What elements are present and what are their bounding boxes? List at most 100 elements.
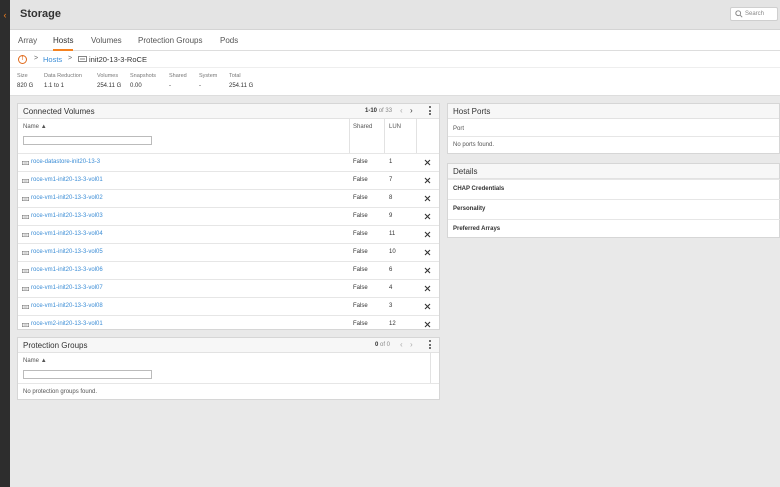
lun-value: 4 [389,285,393,291]
tab-volumes[interactable]: Volumes [91,36,122,51]
tab-pods[interactable]: Pods [220,36,238,51]
content-area: Connected Volumes 1-10 of 33 ‹ › Name ▲ … [10,96,780,487]
table-row[interactable]: roce-vm1-init20-13-3-vol02 False 8 [18,189,439,207]
disconnect-icon[interactable] [423,248,432,257]
detail-label: CHAP Credentials [453,186,505,192]
next-page-icon[interactable]: › [410,340,413,349]
tab-protection-groups[interactable]: Protection Groups [138,36,202,51]
volume-icon [22,215,29,219]
disconnect-icon[interactable] [423,176,432,185]
volume-name-link[interactable]: roce-vm1-init20-13-3-vol07 [31,285,103,291]
pager-total: of 0 [380,342,391,348]
stat-value: 820 G [17,83,34,89]
shared-value: False [353,267,368,273]
stat-label: Total [229,73,241,79]
column-divider [430,353,431,383]
detail-preferred-arrays[interactable]: Preferred Arrays [448,219,780,238]
lun-value: 9 [389,213,393,219]
table-row[interactable]: roce-vm1-init20-13-3-vol06 False 6 [18,261,439,279]
panel-title: Host Ports [453,107,491,116]
column-header-shared[interactable]: Shared [353,124,372,130]
volume-name-link[interactable]: roce-vm1-init20-13-3-vol05 [31,249,103,255]
detail-chap-credentials[interactable]: CHAP Credentials [448,179,780,198]
pager-range: 1-10 [365,108,378,114]
volume-name-link[interactable]: roce-datastore-init20-13-3 [31,159,100,165]
column-header-name[interactable]: Name ▲ [23,124,47,130]
column-divider [384,119,385,153]
stat-value: - [199,83,201,89]
stat-label: System [199,73,218,79]
name-filter-input[interactable] [23,370,152,379]
table-row[interactable]: roce-vm2-init20-13-3-vol01 False 12 [18,315,439,333]
search-box[interactable]: Search [730,7,778,21]
left-nav-bar: ‹ [0,0,10,487]
stat-label: Data Reduction [44,73,82,79]
detail-personality[interactable]: Personality [448,199,780,218]
disconnect-icon[interactable] [423,158,432,167]
volume-name-link[interactable]: roce-vm1-init20-13-3-vol06 [31,267,103,273]
column-header-port[interactable]: Port [453,126,464,132]
volume-name-link[interactable]: roce-vm1-init20-13-3-vol01 [31,177,103,183]
table-row[interactable]: roce-datastore-init20-13-3 False 1 [18,153,439,171]
volume-name-link[interactable]: roce-vm1-init20-13-3-vol04 [31,231,103,237]
panel-title: Protection Groups [23,341,88,350]
disconnect-icon[interactable] [423,230,432,239]
stat-value: 0.00 [130,83,142,89]
tab-hosts[interactable]: Hosts [53,36,74,51]
prev-page-icon[interactable]: ‹ [400,106,403,115]
lun-value: 12 [389,321,396,327]
disconnect-icon[interactable] [423,194,432,203]
stat-label: Snapshots [130,73,156,79]
prev-page-icon[interactable]: ‹ [400,340,403,349]
disconnect-icon[interactable] [423,266,432,275]
disconnect-icon[interactable] [423,212,432,221]
table-row[interactable]: roce-vm1-init20-13-3-vol04 False 11 [18,225,439,243]
table-row[interactable]: roce-vm1-init20-13-3-vol01 False 7 [18,171,439,189]
lun-value: 10 [389,249,396,255]
column-header-name[interactable]: Name ▲ [23,358,47,364]
name-filter-input[interactable] [23,136,152,145]
panel-header: Host Ports [448,104,779,119]
shared-value: False [353,231,368,237]
lun-value: 1 [389,159,393,165]
column-header-lun[interactable]: LUN [389,124,401,130]
volume-icon [22,323,29,327]
stat-value: - [169,83,171,89]
volume-name-link[interactable]: roce-vm1-init20-13-3-vol02 [31,195,103,201]
volume-icon [22,269,29,273]
disconnect-icon[interactable] [423,320,432,329]
panel-header: Details [448,164,779,179]
shared-value: False [353,249,368,255]
volume-icon [22,233,29,237]
volume-name-link[interactable]: roce-vm2-init20-13-3-vol01 [31,321,103,327]
shared-value: False [353,159,368,165]
panel-header: Protection Groups 0 of 0 ‹ › [18,338,439,353]
lun-value: 3 [389,303,393,309]
stat-volumes: Volumes 254.11 G [97,73,121,89]
table-row[interactable]: roce-vm1-init20-13-3-vol05 False 10 [18,243,439,261]
stat-label: Size [17,73,28,79]
tab-array[interactable]: Array [18,36,37,51]
more-options-icon[interactable] [428,340,432,350]
array-icon[interactable]: f [18,55,27,64]
volume-name-link[interactable]: roce-vm1-init20-13-3-vol03 [31,213,103,219]
disconnect-icon[interactable] [423,284,432,293]
table-row[interactable]: roce-vm1-init20-13-3-vol03 False 9 [18,207,439,225]
stat-snapshots: Snapshots 0.00 [130,73,156,89]
volume-icon [22,287,29,291]
brand-logo-icon[interactable]: ‹ [0,10,10,20]
more-options-icon[interactable] [428,106,432,116]
breadcrumb-separator: > [34,55,39,62]
breadcrumb-hosts-link[interactable]: Hosts [43,55,62,64]
search-input[interactable]: Search [745,11,764,17]
table-row[interactable]: roce-vm1-init20-13-3-vol07 False 4 [18,279,439,297]
detail-label: Personality [453,206,486,212]
protection-groups-panel: Protection Groups 0 of 0 ‹ › Name ▲ No p… [17,337,440,400]
host-stats: Size 820 G Data Reduction 1.1 to 1 Volumes… [10,68,780,96]
details-panel: Details CHAP Credentials Personality Pre… [447,163,780,238]
next-page-icon[interactable]: › [410,106,413,115]
shared-value: False [353,321,368,327]
volume-name-link[interactable]: roce-vm1-init20-13-3-vol08 [31,303,103,309]
disconnect-icon[interactable] [423,302,432,311]
table-row[interactable]: roce-vm1-init20-13-3-vol08 False 3 [18,297,439,315]
